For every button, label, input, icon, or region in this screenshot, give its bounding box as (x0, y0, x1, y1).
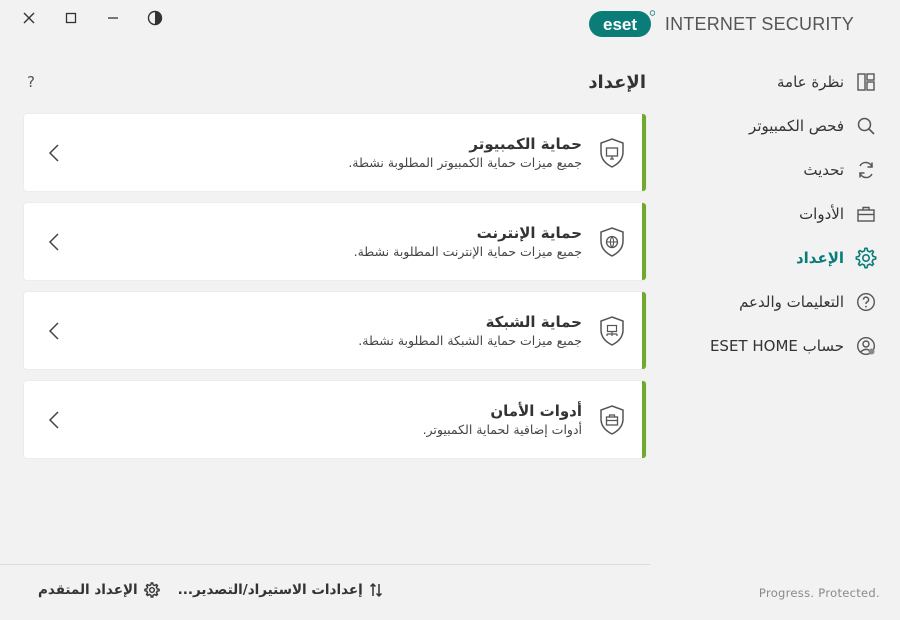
tagline: Progress. Protected. (758, 586, 880, 600)
sort-arrows-icon (369, 582, 382, 598)
close-icon (23, 12, 35, 24)
sidebar-item-update[interactable]: تحديث (668, 148, 878, 192)
product-name: INTERNET SECURITY (664, 13, 854, 34)
minimize-icon (108, 17, 118, 19)
chevron-left-icon (24, 410, 84, 430)
footer-divider (0, 564, 650, 565)
shield-globe-icon (596, 226, 628, 258)
footer-actions: إعدادات الاستيراد/التصدير... الإعداد الم… (38, 582, 383, 598)
advanced-setup-link[interactable]: الإعداد المتقدم (38, 582, 160, 598)
card-title: حماية الكمبيوتر (469, 134, 582, 153)
eset-logo: eset (588, 10, 655, 38)
gear-icon (854, 246, 878, 270)
card-subtitle: جميع ميزات حماية الكمبيوتر المطلوبة نشطة… (348, 154, 582, 170)
help-button[interactable]: ? (24, 73, 38, 91)
gear-icon (143, 582, 160, 598)
maximize-icon (65, 12, 77, 24)
contrast-icon (147, 10, 163, 26)
window-controls (8, 6, 176, 30)
card-info: حماية الكمبيوتر جميع ميزات حماية الكمبيو… (348, 134, 642, 172)
sidebar-item-help-support[interactable]: التعليمات والدعم (668, 280, 878, 324)
close-button[interactable] (8, 6, 50, 30)
card-info: أدوات الأمان أدوات إضافية لحماية الكمبيو… (423, 401, 642, 439)
card-subtitle: أدوات إضافية لحماية الكمبيوتر. (422, 421, 582, 437)
sidebar-item-label: فحص الكمبيوتر (749, 117, 844, 135)
sidebar: نظرة عامة فحص الكمبيوتر تحديث الأدوات ال… (668, 60, 878, 368)
chevron-left-icon (24, 143, 84, 163)
chevron-left-icon (24, 232, 84, 252)
briefcase-icon (854, 202, 878, 226)
card-subtitle: جميع ميزات حماية الإنترنت المطلوبة نشطة. (353, 243, 582, 259)
logo-text: eset (603, 15, 637, 34)
dashboard-icon (854, 70, 878, 94)
setup-cards: حماية الكمبيوتر جميع ميزات حماية الكمبيو… (24, 114, 646, 458)
card-texts: حماية الإنترنت جميع ميزات حماية الإنترنت… (354, 223, 582, 261)
account-icon (854, 334, 878, 358)
chevron-left-icon (24, 321, 84, 341)
search-icon (854, 114, 878, 138)
brand: eset INTERNET SECURITY (588, 10, 854, 38)
sidebar-item-label: الأدوات (799, 205, 844, 223)
card-subtitle: جميع ميزات حماية الشبكة المطلوبة نشطة. (358, 332, 582, 348)
import-export-settings-link[interactable]: إعدادات الاستيراد/التصدير... (178, 582, 383, 598)
card-texts: حماية الشبكة جميع ميزات حماية الشبكة الم… (358, 312, 582, 350)
sidebar-item-computer-scan[interactable]: فحص الكمبيوتر (668, 104, 878, 148)
card-internet-protection[interactable]: حماية الإنترنت جميع ميزات حماية الإنترنت… (24, 203, 646, 280)
main-header: ? الإعداد (24, 60, 646, 104)
card-computer-protection[interactable]: حماية الكمبيوتر جميع ميزات حماية الكمبيو… (24, 114, 646, 191)
card-security-tools[interactable]: أدوات الأمان أدوات إضافية لحماية الكمبيو… (24, 381, 646, 458)
sidebar-item-overview[interactable]: نظرة عامة (668, 60, 878, 104)
theme-toggle-button[interactable] (134, 6, 176, 30)
card-title: حماية الإنترنت (476, 223, 582, 242)
sidebar-item-label: الإعداد (795, 249, 844, 267)
sidebar-item-tools[interactable]: الأدوات (668, 192, 878, 236)
sidebar-item-eset-home-account[interactable]: حساب ESET HOME (668, 324, 878, 368)
sidebar-item-label: حساب ESET HOME (709, 337, 844, 355)
refresh-icon (854, 158, 878, 182)
sidebar-item-label: التعليمات والدعم (739, 293, 844, 311)
help-circle-icon (854, 290, 878, 314)
import-export-label: إعدادات الاستيراد/التصدير... (177, 582, 363, 598)
card-info: حماية الإنترنت جميع ميزات حماية الإنترنت… (354, 223, 642, 261)
minimize-button[interactable] (92, 6, 134, 30)
main-panel: ? الإعداد حماية الكمبيوتر جميع ميزات حما… (24, 60, 646, 470)
shield-monitor-icon (596, 137, 628, 169)
sidebar-item-label: تحديث (803, 161, 844, 179)
card-texts: حماية الكمبيوتر جميع ميزات حماية الكمبيو… (348, 134, 582, 172)
maximize-button[interactable] (50, 6, 92, 30)
shield-toolbox-icon (596, 404, 628, 436)
shield-network-icon (596, 315, 628, 347)
sidebar-item-setup[interactable]: الإعداد (668, 236, 878, 280)
advanced-setup-label: الإعداد المتقدم (38, 582, 138, 598)
page-title: الإعداد (588, 71, 646, 93)
card-info: حماية الشبكة جميع ميزات حماية الشبكة الم… (358, 312, 642, 350)
card-title: أدوات الأمان (490, 401, 582, 420)
card-network-protection[interactable]: حماية الشبكة جميع ميزات حماية الشبكة الم… (24, 292, 646, 369)
card-title: حماية الشبكة (485, 312, 582, 331)
card-texts: أدوات الأمان أدوات إضافية لحماية الكمبيو… (423, 401, 582, 439)
sidebar-item-label: نظرة عامة (777, 73, 844, 91)
